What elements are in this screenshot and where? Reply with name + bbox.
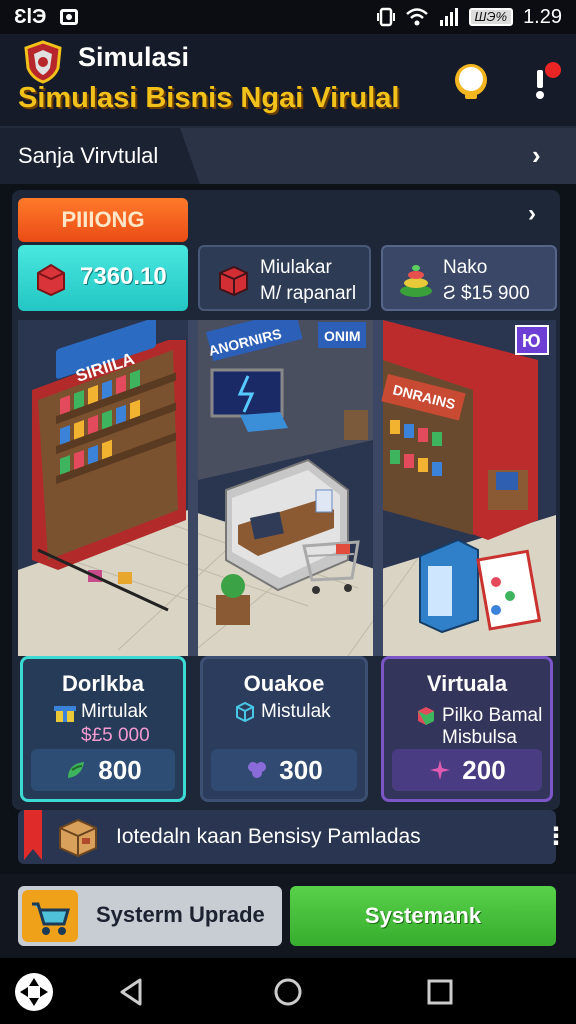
clover-icon [248, 762, 267, 778]
app-name: Simulasi [78, 42, 190, 72]
cart-icon-tile [22, 890, 78, 942]
shop-scene-illustration: SIRIILA ANORNIRS ONIM DNRAINS Ю [18, 320, 556, 656]
alert-icon[interactable] [524, 60, 564, 104]
page-title: Simulasi Bisnis Ngai Virulal [18, 82, 400, 114]
notice-text: Iotedaln kaan Bensisy Pamladas [116, 825, 421, 848]
gift-box-icon [54, 706, 76, 722]
recents-icon[interactable] [418, 970, 462, 1014]
category-badge[interactable]: PIIIONG [18, 198, 188, 242]
shopping-cart-icon [32, 902, 70, 935]
stat-sublabel: Ƨ $15 900 [443, 283, 530, 304]
card-title: Ouakoe [243, 671, 325, 696]
red-cube-icon [219, 265, 248, 297]
gem-icon [418, 707, 434, 725]
shield-crest-icon [24, 40, 62, 84]
stack-pyramid-icon [400, 265, 432, 297]
card-title: Virtuala [426, 671, 508, 696]
card-subtitle-line2: Misbulsa [442, 727, 517, 748]
card-subtitle-line1: Pilko Bamal [442, 705, 543, 726]
stat-sublabel: M/ rapanarl [260, 283, 357, 304]
corner-badge: Ю [522, 331, 541, 351]
section-label: Sanja Virvtulal [18, 143, 159, 168]
wifi-icon [405, 8, 428, 26]
stat-money: 7360.10 [18, 245, 188, 311]
status-left-text: ƐlЭ [14, 5, 47, 28]
card-subtitle: Mistulak [261, 701, 331, 722]
buy-button[interactable]: 800 [31, 749, 175, 791]
buy-value: 200 [462, 754, 506, 785]
cube-outline-icon [236, 701, 254, 723]
buy-value: 800 [98, 754, 142, 785]
buy-button[interactable]: 200 [392, 749, 542, 791]
battery-indicator: ШЭ% [468, 8, 514, 26]
stat-value: 7360.10 [80, 263, 167, 290]
stat-marketing: Miulakar M/ rapanarl [198, 245, 371, 311]
upgrade-label: Systerm Uprade [96, 902, 265, 927]
notice-bar[interactable]: Iotedaln kaan Bensisy Pamladas ⋮ [18, 810, 568, 864]
system-upgrade-button[interactable]: Systerm Uprade [18, 886, 282, 946]
section-bar[interactable]: Sanja Virvtulal › [0, 128, 576, 184]
stat-label: Miulakar [260, 257, 332, 278]
business-card-1[interactable]: Dorlkba Mirtulak $£5 000 800 [20, 656, 186, 802]
status-bar: ƐlЭ ШЭ% 1.29 [0, 0, 576, 34]
more-options-icon[interactable]: ⋮ [544, 822, 568, 851]
screen-record-icon [60, 9, 79, 25]
stat-label: Nako [443, 257, 488, 278]
buy-value: 300 [279, 754, 323, 785]
buy-button[interactable]: 300 [211, 749, 357, 791]
system-button[interactable]: Systemank [290, 886, 556, 946]
business-card-2[interactable]: Ouakoe Mistulak 300 [200, 656, 368, 802]
red-box-icon [37, 263, 65, 297]
signal-icon [439, 8, 458, 26]
dpad-icon[interactable] [12, 970, 56, 1014]
chevron-right-icon[interactable]: › [528, 200, 536, 228]
package-icon [59, 818, 97, 858]
back-icon[interactable] [110, 970, 154, 1014]
vibrate-icon [376, 7, 395, 27]
business-card-3[interactable]: Virtuala Pilko Bamal Misbulsa 200 [381, 656, 553, 802]
home-circle-icon[interactable] [266, 970, 310, 1014]
card-title: Dorlkba [62, 671, 144, 696]
bookmark-flag-icon [24, 810, 42, 860]
card-price: $£5 000 [81, 725, 150, 746]
lightbulb-icon[interactable] [452, 62, 490, 102]
status-time: 1.29 [523, 5, 562, 28]
leaf-icon [68, 762, 85, 778]
card-subtitle: Pilko Bamal Misbulsa [442, 705, 542, 749]
stat-inventory: Nako Ƨ $15 900 [381, 245, 557, 311]
system-nav-bar [0, 958, 576, 1024]
chevron-right-icon[interactable]: › [532, 140, 541, 171]
card-subtitle: Mirtulak [81, 701, 148, 722]
shop2-sign2: ONIM [324, 328, 361, 344]
app-header: Simulasi Simulasi Bisnis Ngai Virulal [0, 34, 576, 128]
sparkle-icon [430, 760, 451, 780]
